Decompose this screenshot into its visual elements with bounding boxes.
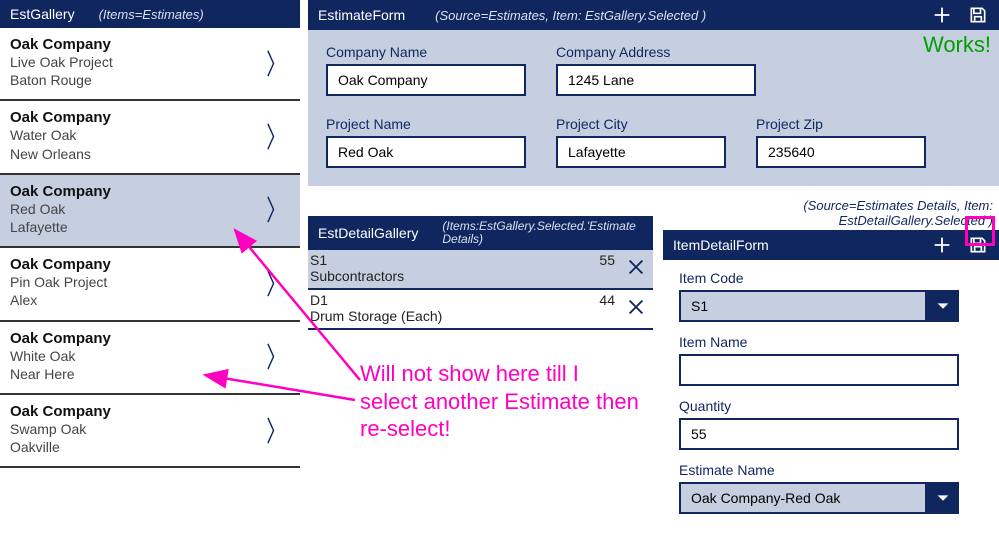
item-form-header: ItemDetailForm xyxy=(663,230,999,260)
chevron-right-icon[interactable]: 〉 xyxy=(266,43,286,83)
gallery-item-city: Lafayette xyxy=(10,218,111,236)
quantity-input[interactable] xyxy=(679,418,959,450)
add-icon[interactable] xyxy=(931,234,953,256)
gallery-item-company: Oak Company xyxy=(10,256,111,273)
detail-gallery-item[interactable]: D1 44 Drum Storage (Each) xyxy=(308,290,653,330)
gallery-item-company: Oak Company xyxy=(10,330,111,347)
gallery-title: EstGallery xyxy=(10,6,75,22)
gallery-item-city: Oakville xyxy=(10,438,111,456)
gallery-item[interactable]: Oak Company Red Oak Lafayette 〉 xyxy=(0,175,300,248)
gallery-item-city: New Orleans xyxy=(10,145,111,163)
estimate-form-header: EstimateForm (Source=Estimates, Item: Es… xyxy=(308,0,999,30)
annotation-text: Will not show here till I select another… xyxy=(360,360,640,443)
chevron-right-icon[interactable]: 〉 xyxy=(266,336,286,376)
detail-gallery-item[interactable]: S1 55 Subcontractors xyxy=(308,250,653,290)
gallery-subtitle: (Items=Estimates) xyxy=(99,7,204,22)
chevron-right-icon[interactable]: 〉 xyxy=(266,410,286,450)
gallery-item-project: Swamp Oak xyxy=(10,420,111,438)
item-name-input[interactable] xyxy=(679,354,959,386)
project-zip-label: Project Zip xyxy=(756,116,926,132)
save-icon[interactable] xyxy=(967,234,989,256)
item-name-label: Item Name xyxy=(679,334,983,350)
chevron-down-icon[interactable] xyxy=(927,482,959,514)
works-badge: Works! xyxy=(923,32,991,58)
save-icon[interactable] xyxy=(967,4,989,26)
gallery-item[interactable]: Oak Company Water Oak New Orleans 〉 xyxy=(0,101,300,174)
gallery-item-city: Baton Rouge xyxy=(10,71,113,89)
detail-item-code: S1 xyxy=(310,252,571,268)
project-name-input[interactable] xyxy=(326,136,526,168)
gallery-item-project: White Oak xyxy=(10,347,111,365)
gallery-item[interactable]: Oak Company Pin Oak Project Alex 〉 xyxy=(0,248,300,321)
gallery-item-company: Oak Company xyxy=(10,403,111,420)
detail-item-name: Drum Storage (Each) xyxy=(310,308,621,324)
detail-item-qty: 55 xyxy=(571,252,621,268)
gallery-item-project: Water Oak xyxy=(10,126,111,144)
gallery-item-project: Red Oak xyxy=(10,200,111,218)
item-form-source-note: (Source=Estimates Details, Item: EstDeta… xyxy=(663,198,999,230)
gallery-item[interactable]: Oak Company Live Oak Project Baton Rouge… xyxy=(0,28,300,101)
chevron-right-icon[interactable]: 〉 xyxy=(266,189,286,229)
estimate-form: EstimateForm (Source=Estimates, Item: Es… xyxy=(308,0,999,186)
estimate-gallery: EstGallery (Items=Estimates) Oak Company… xyxy=(0,0,300,524)
item-detail-form: (Source=Estimates Details, Item: EstDeta… xyxy=(663,198,999,524)
project-city-label: Project City xyxy=(556,116,726,132)
detail-item-name: Subcontractors xyxy=(310,268,621,284)
estimate-form-sub: (Source=Estimates, Item: EstGallery.Sele… xyxy=(435,8,706,23)
project-zip-input[interactable] xyxy=(756,136,926,168)
company-address-input[interactable] xyxy=(556,64,756,96)
item-code-label: Item Code xyxy=(679,270,983,286)
close-icon[interactable] xyxy=(625,296,647,321)
detail-gallery-title: EstDetailGallery xyxy=(318,225,418,241)
gallery-item-company: Oak Company xyxy=(10,183,111,200)
close-icon[interactable] xyxy=(625,256,647,281)
estimate-form-title: EstimateForm xyxy=(318,7,405,23)
add-icon[interactable] xyxy=(931,4,953,26)
estimate-name-combo[interactable] xyxy=(679,482,959,514)
detail-item-qty: 44 xyxy=(571,292,621,308)
chevron-down-icon[interactable] xyxy=(927,290,959,322)
item-form-title: ItemDetailForm xyxy=(673,237,769,253)
item-code-combo[interactable] xyxy=(679,290,959,322)
gallery-item-city: Near Here xyxy=(10,365,111,383)
project-city-input[interactable] xyxy=(556,136,726,168)
company-name-input[interactable] xyxy=(326,64,526,96)
company-name-label: Company Name xyxy=(326,44,526,60)
gallery-item[interactable]: Oak Company Swamp Oak Oakville 〉 xyxy=(0,395,300,468)
detail-gallery-header: EstDetailGallery (Items:EstGallery.Selec… xyxy=(308,216,653,250)
detail-gallery-sub: (Items:EstGallery.Selected.'Estimate Det… xyxy=(442,220,643,246)
gallery-item-company: Oak Company xyxy=(10,109,111,126)
quantity-label: Quantity xyxy=(679,398,983,414)
project-name-label: Project Name xyxy=(326,116,526,132)
gallery-header: EstGallery (Items=Estimates) xyxy=(0,0,300,28)
chevron-right-icon[interactable]: 〉 xyxy=(266,116,286,156)
detail-item-code: D1 xyxy=(310,292,571,308)
gallery-item-project: Live Oak Project xyxy=(10,53,113,71)
gallery-item-project: Pin Oak Project xyxy=(10,273,111,291)
company-address-label: Company Address xyxy=(556,44,756,60)
gallery-item-city: Alex xyxy=(10,291,111,309)
chevron-right-icon[interactable]: 〉 xyxy=(266,263,286,303)
estimate-name-input[interactable] xyxy=(679,482,927,514)
gallery-item-company: Oak Company xyxy=(10,36,113,53)
estimate-name-label: Estimate Name xyxy=(679,462,983,478)
item-code-input[interactable] xyxy=(679,290,927,322)
gallery-item[interactable]: Oak Company White Oak Near Here 〉 xyxy=(0,322,300,395)
